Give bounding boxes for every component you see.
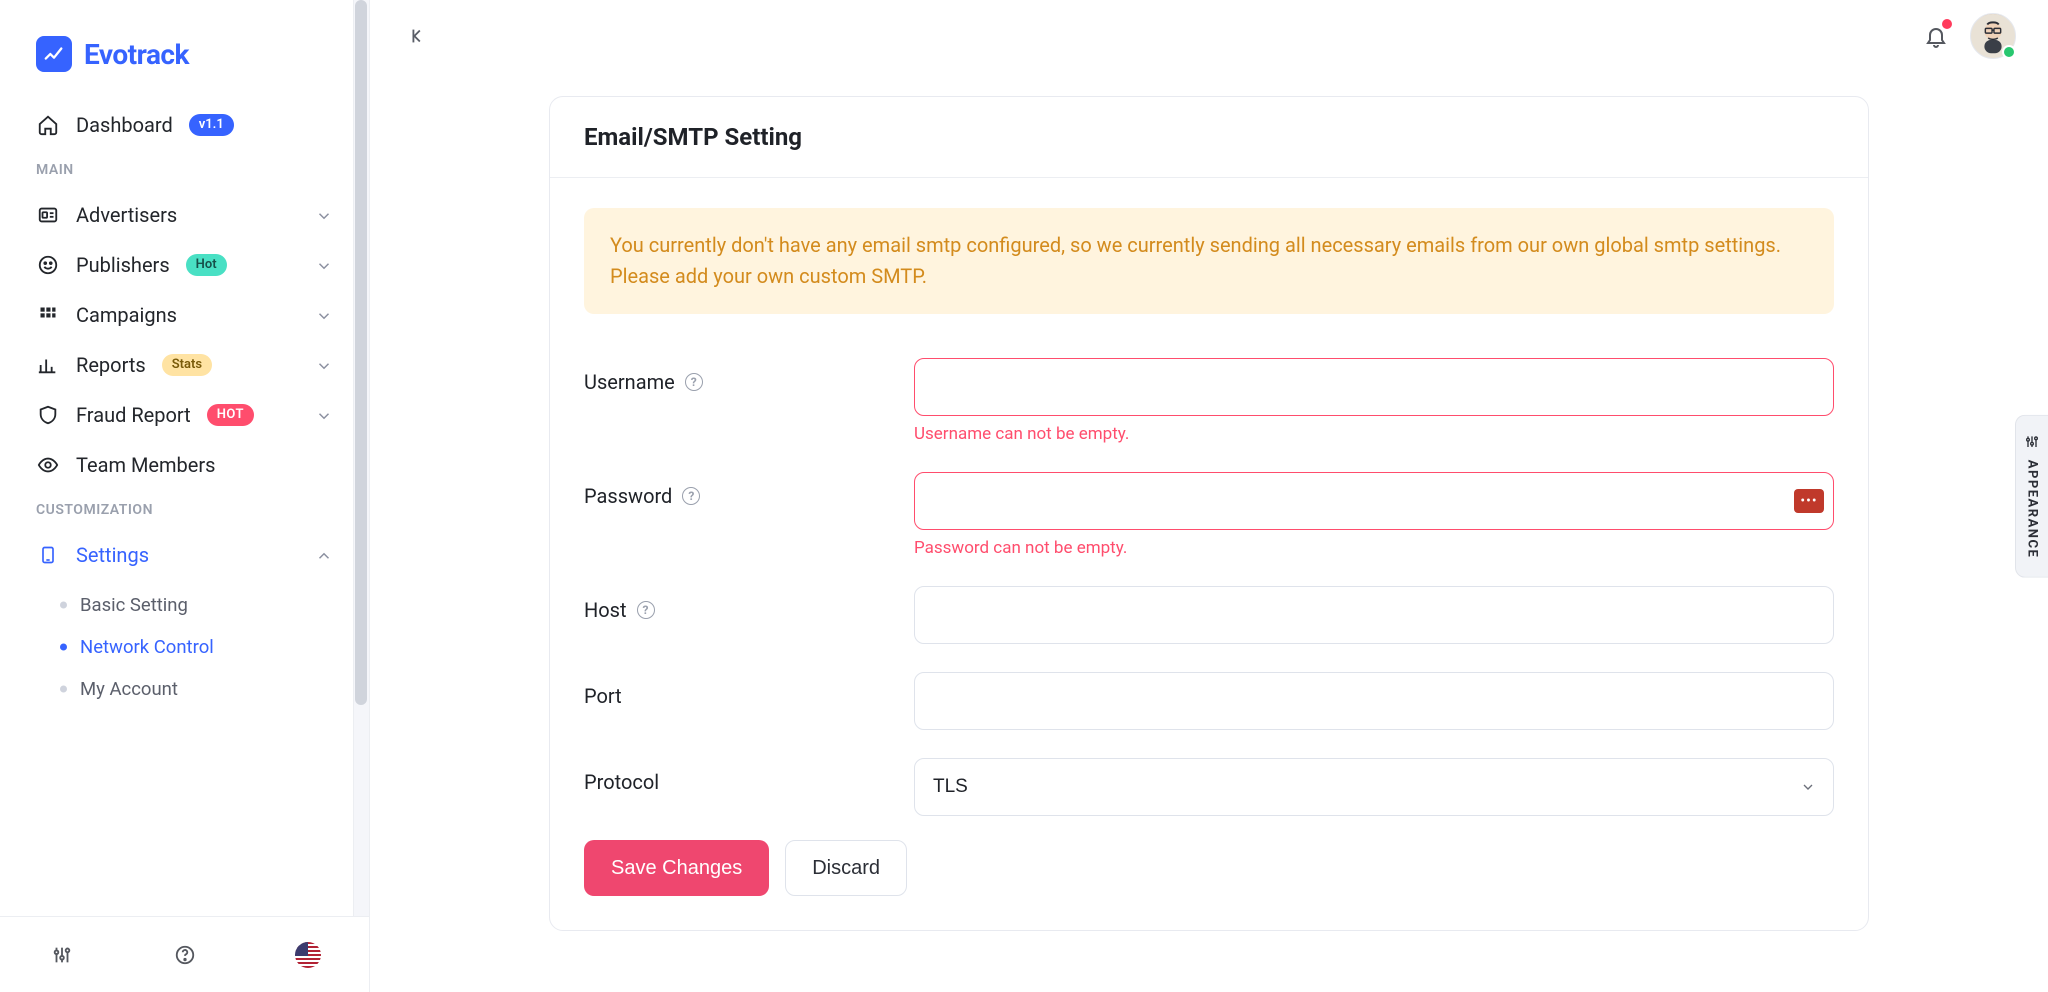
sidebar: Evotrack Dashboard v1.1 MAIN Advertisers <box>0 0 370 992</box>
protocol-select[interactable] <box>914 758 1834 816</box>
sidebar-group-main: MAIN <box>0 150 369 190</box>
label-text: Host <box>584 598 627 622</box>
chevron-down-icon <box>315 406 333 424</box>
form-row-host: Host ? <box>584 572 1834 658</box>
password-manager-icon[interactable]: ••• <box>1794 489 1824 513</box>
smtp-settings-card: Email/SMTP Setting You currently don't h… <box>549 96 1869 931</box>
collapse-sidebar-button[interactable] <box>402 20 434 52</box>
brand[interactable]: Evotrack <box>0 20 369 100</box>
chevron-down-icon <box>315 256 333 274</box>
sidebar-subitem-label: Basic Setting <box>80 594 188 616</box>
help-icon[interactable]: ? <box>682 487 700 505</box>
sidebar-item-dashboard[interactable]: Dashboard v1.1 <box>0 100 369 150</box>
sidebar-item-publishers[interactable]: Publishers Hot <box>0 240 369 290</box>
home-icon <box>36 113 60 137</box>
label-text: Password <box>584 484 672 508</box>
form-row-username: Username ? Username can not be empty. <box>584 344 1834 458</box>
notification-dot-icon <box>1942 19 1952 29</box>
sidebar-item-label: Fraud Report <box>76 403 191 427</box>
help-icon[interactable]: ? <box>685 373 703 391</box>
smile-icon <box>36 253 60 277</box>
sidebar-item-fraud-report[interactable]: Fraud Report HOT <box>0 390 369 440</box>
brand-name: Evotrack <box>84 38 189 71</box>
language-flag-icon[interactable] <box>292 939 324 971</box>
topbar <box>370 0 2048 72</box>
smtp-warning-alert: You currently don't have any email smtp … <box>584 208 1834 314</box>
label-text: Port <box>584 684 622 708</box>
sidebar-scroll[interactable]: Evotrack Dashboard v1.1 MAIN Advertisers <box>0 0 369 916</box>
sidebar-subitem-my-account[interactable]: My Account <box>0 668 369 710</box>
sidebar-item-label: Dashboard <box>76 113 173 137</box>
sidebar-item-label: Advertisers <box>76 203 177 227</box>
eye-icon <box>36 453 60 477</box>
equalizer-icon[interactable] <box>46 939 78 971</box>
sidebar-item-label: Campaigns <box>76 303 177 327</box>
appearance-toggle[interactable]: APPEARANCE <box>2015 415 2048 578</box>
port-input[interactable] <box>914 672 1834 730</box>
tablet-icon <box>36 543 60 567</box>
grid-icon <box>36 303 60 327</box>
notifications-button[interactable] <box>1918 18 1954 54</box>
sidebar-item-label: Team Members <box>76 453 216 477</box>
username-error: Username can not be empty. <box>914 424 1834 444</box>
sidebar-item-label: Settings <box>76 543 149 567</box>
user-menu-button[interactable] <box>1970 13 2016 59</box>
form-row-password: Password ? ••• Password can not be empty… <box>584 458 1834 572</box>
sidebar-item-campaigns[interactable]: Campaigns <box>0 290 369 340</box>
stats-badge: Stats <box>162 354 212 376</box>
port-label: Port <box>584 672 914 708</box>
discard-button[interactable]: Discard <box>785 840 907 896</box>
version-badge: v1.1 <box>189 114 234 136</box>
help-icon[interactable] <box>169 939 201 971</box>
sidebar-subitem-label: Network Control <box>80 636 214 658</box>
host-label: Host ? <box>584 586 914 622</box>
sidebar-item-team-members[interactable]: Team Members <box>0 440 369 490</box>
chevron-down-icon <box>315 206 333 224</box>
save-button[interactable]: Save Changes <box>584 840 769 896</box>
sidebar-item-reports[interactable]: Reports Stats <box>0 340 369 390</box>
sidebar-item-settings[interactable]: Settings <box>0 530 369 580</box>
form-row-protocol: Protocol <box>584 744 1834 830</box>
appearance-label: APPEARANCE <box>2025 460 2040 559</box>
sidebar-subitem-label: My Account <box>80 678 178 700</box>
sidebar-subitem-network-control[interactable]: Network Control <box>0 626 369 668</box>
shield-icon <box>36 403 60 427</box>
content-area: Email/SMTP Setting You currently don't h… <box>370 72 2048 992</box>
sidebar-item-label: Reports <box>76 353 146 377</box>
main: Email/SMTP Setting You currently don't h… <box>370 0 2048 992</box>
password-label: Password ? <box>584 472 914 508</box>
sidebar-group-customization: CUSTOMIZATION <box>0 490 369 530</box>
hot-badge: HOT <box>207 404 254 426</box>
sidebar-item-label: Publishers <box>76 253 170 277</box>
protocol-label: Protocol <box>584 758 914 794</box>
chevron-down-icon <box>315 306 333 324</box>
presence-online-icon <box>2002 45 2016 59</box>
id-card-icon <box>36 203 60 227</box>
username-label: Username ? <box>584 358 914 394</box>
label-text: Protocol <box>584 770 659 794</box>
settings-submenu: Basic Setting Network Control My Account <box>0 580 369 718</box>
form-actions: Save Changes Discard <box>584 830 1834 896</box>
password-error: Password can not be empty. <box>914 538 1834 558</box>
sidebar-item-advertisers[interactable]: Advertisers <box>0 190 369 240</box>
sidebar-footer <box>0 916 369 992</box>
page-title: Email/SMTP Setting <box>550 97 1868 178</box>
hot-badge: Hot <box>186 254 227 276</box>
sidebar-subitem-basic-setting[interactable]: Basic Setting <box>0 584 369 626</box>
bar-chart-icon <box>36 353 60 377</box>
host-input[interactable] <box>914 586 1834 644</box>
password-input[interactable] <box>914 472 1834 530</box>
chevron-down-icon <box>315 356 333 374</box>
sliders-icon <box>2024 434 2040 450</box>
brand-logo-icon <box>36 36 72 72</box>
form-row-port: Port <box>584 658 1834 744</box>
chevron-up-icon <box>315 546 333 564</box>
username-input[interactable] <box>914 358 1834 416</box>
help-icon[interactable]: ? <box>637 601 655 619</box>
label-text: Username <box>584 370 675 394</box>
